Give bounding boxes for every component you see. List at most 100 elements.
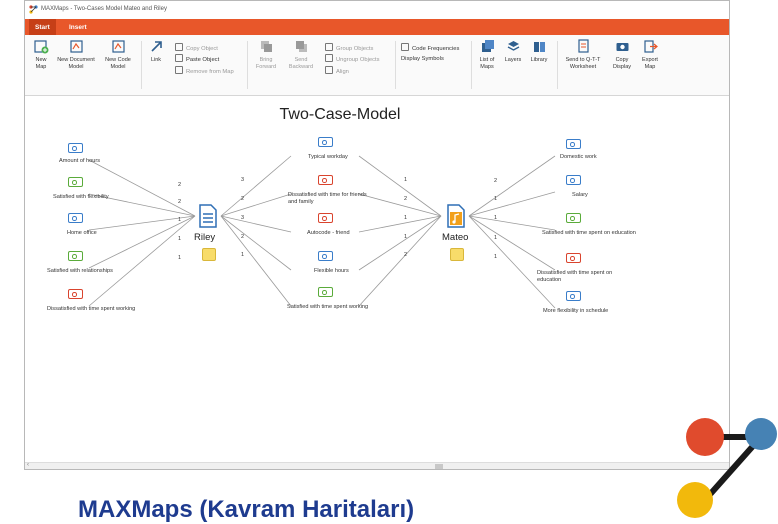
case-label[interactable]: Mateo [442, 232, 468, 243]
bring-forward-icon [260, 41, 272, 52]
display-symbols-dropdown[interactable]: Display Symbols [401, 55, 444, 63]
code-label[interactable]: Autocode - friend [307, 230, 417, 237]
edge-weight: 1 [404, 215, 408, 221]
ribbon-separator [141, 41, 142, 89]
code-tag-icon[interactable] [566, 139, 581, 149]
tab-start[interactable]: Start [29, 19, 56, 35]
ungroup-objects-button[interactable]: Ungroup Objects [325, 54, 380, 64]
copy-display-label: Copy Display [612, 57, 632, 70]
group-icon [325, 43, 333, 51]
copy-icon [175, 43, 183, 51]
new-map-button[interactable]: New Map [29, 39, 53, 70]
code-tag-icon[interactable] [68, 251, 83, 261]
layers-button[interactable]: Layers [501, 39, 525, 64]
edge-line [468, 191, 556, 217]
remove-from-map-button[interactable]: Remove from Map [175, 66, 234, 76]
molecule-logo-icon [677, 418, 777, 518]
map-canvas[interactable]: Two-Case-Model 2 Amount of hours 2 Satisfie… [25, 96, 729, 462]
link-button[interactable]: Link [145, 39, 167, 64]
code-tag-icon[interactable] [68, 289, 83, 299]
code-tag-icon[interactable] [318, 213, 333, 223]
list-of-maps-label: List of Maps [479, 57, 495, 70]
memo-icon[interactable] [202, 248, 216, 261]
code-label[interactable]: Amount of hours [59, 158, 139, 165]
map-title: Two-Case-Model [279, 106, 401, 123]
tab-insert[interactable]: Insert [63, 19, 93, 35]
edge-weight: 2 [404, 196, 408, 202]
library-button[interactable]: Library [527, 39, 551, 64]
code-frequencies-toggle[interactable]: Code Frequencies [401, 43, 459, 53]
new-map-label: New Map [35, 57, 47, 70]
code-label[interactable]: Domestic work [560, 154, 670, 161]
layers-label: Layers [504, 57, 522, 63]
new-code-model-button[interactable]: New Code Model [101, 39, 135, 70]
edge-weight: 3 [241, 177, 245, 183]
send-backward-label: Send Backward [288, 57, 314, 70]
edge-weight: 2 [178, 199, 182, 205]
export-map-button[interactable]: Export Map [637, 39, 663, 70]
code-label[interactable]: Satisfied with relationships [47, 268, 127, 275]
code-tag-icon[interactable] [318, 251, 333, 261]
audio-document-icon[interactable] [447, 204, 465, 228]
edge-weight: 1 [178, 217, 182, 223]
list-of-maps-button[interactable]: List of Maps [475, 39, 499, 70]
worksheet-icon [577, 39, 589, 53]
title-bar: MAXMaps - Two-Cases Model Mateo and Rile… [25, 1, 729, 19]
code-label[interactable]: Typical workday [308, 154, 418, 161]
edge-weight: 1 [241, 252, 245, 258]
code-label[interactable]: More flexibility in schedule [543, 308, 653, 315]
edge-line [358, 155, 442, 217]
remove-icon [175, 66, 183, 74]
document-icon[interactable] [199, 204, 217, 228]
code-tag-icon[interactable] [68, 177, 83, 187]
paste-icon [175, 54, 183, 62]
copy-display-button[interactable]: Copy Display [609, 39, 635, 70]
scroll-left-icon[interactable]: ‹ [27, 462, 29, 468]
document-model-icon [69, 40, 83, 53]
code-label[interactable]: Dissatisfied with time spent on educatio… [537, 270, 637, 283]
ribbon-separator [471, 41, 472, 89]
code-tag-icon[interactable] [318, 287, 333, 297]
library-label: Library [530, 57, 548, 63]
code-label[interactable]: Salary [572, 192, 682, 199]
code-tag-icon[interactable] [68, 213, 83, 223]
edge-line [468, 215, 556, 231]
edge-line [220, 193, 292, 217]
edge-weight: 1 [494, 196, 498, 202]
horizontal-scrollbar[interactable]: ‹ [25, 462, 729, 469]
code-label[interactable]: Satisfied with time spent on education [542, 230, 642, 237]
memo-icon[interactable] [450, 248, 464, 261]
code-tag-icon[interactable] [318, 175, 333, 185]
code-tag-icon[interactable] [566, 213, 581, 223]
send-backward-button[interactable]: Send Backward [285, 39, 317, 70]
code-label[interactable]: Satisfied with time spent working [287, 304, 397, 311]
code-label[interactable]: Satisfied with flexibility [53, 194, 133, 201]
ungroup-objects-label: Ungroup Objects [336, 57, 380, 63]
code-tag-icon[interactable] [318, 137, 333, 147]
edge-weight: 2 [241, 234, 245, 240]
code-tag-icon[interactable] [68, 143, 83, 153]
code-model-icon [111, 40, 125, 53]
brand-caption: MAXMaps (Kavram Haritaları) [78, 496, 415, 523]
code-label[interactable]: Dissatisfied with time spent working [47, 306, 137, 313]
code-label[interactable]: Home office [67, 230, 147, 237]
new-code-model-label: New Code Model [105, 57, 131, 70]
scroll-thumb[interactable] [435, 464, 443, 469]
send-to-qtt-button[interactable]: Send to Q-T-T Worksheet [561, 39, 605, 70]
paste-object-button[interactable]: Paste Object [175, 54, 219, 64]
case-label[interactable]: Riley [194, 232, 215, 243]
code-tag-icon[interactable] [566, 175, 581, 185]
code-label[interactable]: Flexible hours [314, 268, 424, 275]
copy-object-button[interactable]: Copy Object [175, 43, 218, 53]
code-tag-icon[interactable] [566, 291, 581, 301]
align-button[interactable]: Align [325, 66, 349, 76]
code-label[interactable]: Dissatisfied with time for friends and f… [288, 192, 372, 205]
code-tag-icon[interactable] [566, 253, 581, 263]
group-objects-button[interactable]: Group Objects [325, 43, 373, 53]
remove-from-map-label: Remove from Map [186, 69, 234, 75]
new-document-model-button[interactable]: New Document Model [55, 39, 97, 70]
edge-weight: 2 [494, 178, 498, 184]
new-document-model-label: New Document Model [57, 57, 95, 70]
bring-forward-button[interactable]: Bring Forward [251, 39, 281, 70]
menu-bar: Start Insert [25, 19, 729, 35]
